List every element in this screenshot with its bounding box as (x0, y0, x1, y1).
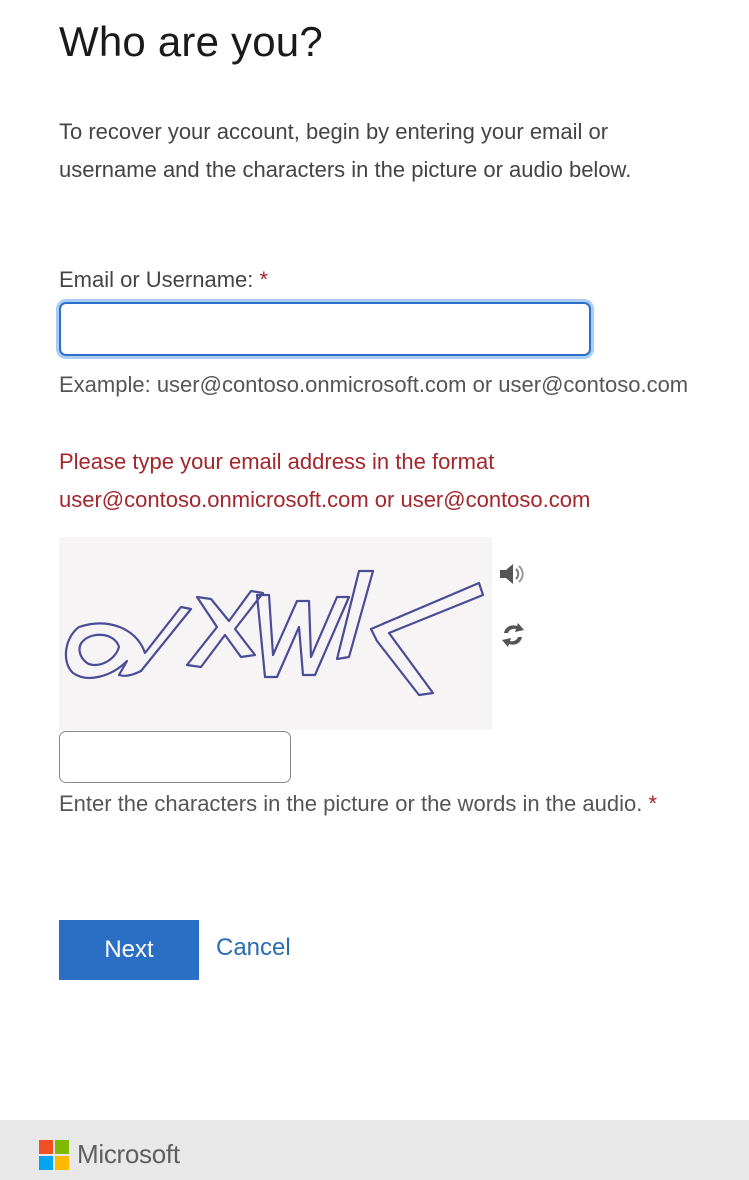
email-error-message: Please type your email address in the fo… (59, 449, 591, 512)
email-example-text: Example: user@contoso.onmicrosoft.com or… (59, 372, 689, 397)
logo-square-red (39, 1140, 53, 1154)
logo-square-green (55, 1140, 69, 1154)
logo-square-blue (39, 1156, 53, 1170)
footer: Microsoft (0, 1120, 749, 1180)
microsoft-logo-icon (39, 1140, 69, 1170)
next-button[interactable]: Next (59, 920, 199, 980)
captcha-image (59, 537, 492, 730)
required-marker: * (259, 267, 269, 292)
refresh-icon[interactable] (498, 620, 528, 650)
microsoft-wordmark: Microsoft (77, 1139, 180, 1169)
captcha-hint: Enter the characters in the picture or t… (59, 785, 699, 823)
captcha-required-marker: * (648, 791, 658, 816)
captcha-hint-text: Enter the characters in the picture or t… (59, 791, 643, 816)
email-field[interactable] (59, 302, 591, 356)
cancel-link[interactable]: Cancel (216, 934, 291, 962)
email-field-label: Email or Username: * (59, 267, 268, 293)
logo-square-yellow (55, 1156, 69, 1170)
intro-text: To recover your account, begin by enteri… (59, 119, 632, 182)
captcha-distorted-text (64, 569, 485, 697)
speaker-icon-graphic (500, 564, 524, 584)
email-label-text: Email or Username: (59, 267, 254, 292)
speaker-icon[interactable] (497, 561, 527, 587)
captcha-input[interactable] (59, 731, 291, 783)
page-title: Who are you? (59, 18, 323, 65)
account-recovery-page: Who are you? To recover your account, be… (0, 0, 749, 1180)
refresh-icon-graphic (502, 623, 524, 647)
